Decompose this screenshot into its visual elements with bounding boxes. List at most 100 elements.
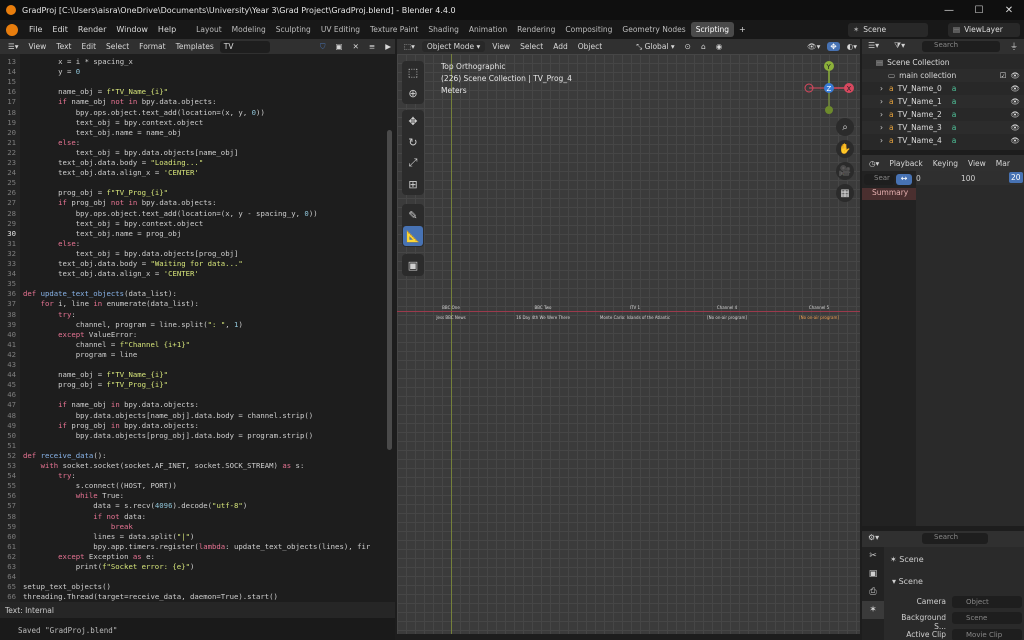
output-tab-icon[interactable]: ⎙ [862, 583, 884, 601]
ortho-grid-icon[interactable]: ▦ [836, 184, 854, 202]
outliner-item-tv-name-0[interactable]: › a TV_Name_0 a 👁 [862, 82, 1024, 95]
annotate-tool-icon[interactable]: ✎ [403, 205, 423, 225]
close-icon[interactable]: ✕ [994, 0, 1024, 20]
outliner-type-icon[interactable]: ☰▾ [868, 41, 879, 50]
cursor-tool-icon[interactable]: ⊕ [403, 83, 423, 103]
timeline-menu-keying[interactable]: Keying [930, 159, 961, 168]
select-box-tool-icon[interactable]: ⬚ [403, 62, 423, 82]
tv-name-2[interactable]: ITV 1 [595, 305, 675, 310]
expand-chevron-icon[interactable]: › [880, 84, 883, 93]
te-menu-edit[interactable]: Edit [77, 42, 100, 51]
code-line[interactable]: 17 if name_obj not in bpy.data.objects: [0, 97, 385, 107]
code-line[interactable]: 36 def update_text_objects(data_list): [0, 289, 385, 299]
summary-channel[interactable]: Summary [862, 188, 916, 200]
current-frame-indicator[interactable]: 20 [1009, 172, 1023, 183]
tab-compositing[interactable]: Compositing [560, 22, 617, 37]
tab-sculpting[interactable]: Sculpting [271, 22, 316, 37]
code-line[interactable]: 25 [0, 178, 385, 188]
tv-name-4[interactable]: Channel 5 [779, 305, 859, 310]
code-line[interactable]: 31 else: [0, 239, 385, 249]
code-line[interactable]: 41 channel = f"Channel {i+1}" [0, 340, 385, 350]
editor-type-icon[interactable]: ☰▾ [4, 42, 23, 51]
vp-menu-view[interactable]: View [489, 42, 513, 51]
te-menu-format[interactable]: Format [135, 42, 169, 51]
code-line[interactable]: 37 for i, line in enumerate(data_list): [0, 299, 385, 309]
code-line[interactable]: 39 channel, program = line.split(": ", 1… [0, 320, 385, 330]
te-menu-view[interactable]: View [25, 42, 51, 51]
timeline-body[interactable]: Sear ↔ Summary 0 100 20 [862, 171, 1024, 526]
code-line[interactable]: 33 text_obj.data.body = "Waiting for dat… [0, 259, 385, 269]
code-line[interactable]: 52 def receive_data(): [0, 451, 385, 461]
text-editor-scrollbar[interactable] [387, 130, 392, 450]
zoom-icon[interactable]: ⌕ [836, 118, 854, 136]
outliner-main-collection[interactable]: ▭ main collection ☑ 👁 [862, 69, 1024, 82]
code-line[interactable]: 26 prog_obj = f"TV_Prog_{i}" [0, 188, 385, 198]
code-line[interactable]: 55 s.connect((HOST, PORT)) [0, 481, 385, 491]
code-line[interactable]: 21 else: [0, 138, 385, 148]
transform-tool-icon[interactable]: ⊞ [403, 174, 423, 194]
code-line[interactable]: 23 text_obj.data.body = "Loading..." [0, 158, 385, 168]
code-line[interactable]: 27 if prog_obj not in bpy.data.objects: [0, 198, 385, 208]
vp-menu-add[interactable]: Add [550, 42, 571, 51]
render-tab-icon[interactable]: ▣ [862, 565, 884, 583]
item-eye-icon[interactable]: 👁 [1010, 123, 1020, 132]
outliner-filter-funnel-icon[interactable]: ⏚ [1010, 41, 1018, 52]
collection-checkbox-icon[interactable]: ☑ [1000, 71, 1007, 80]
outliner-item-tv-name-2[interactable]: › a TV_Name_2 a 👁 [862, 108, 1024, 121]
code-line[interactable]: 43 [0, 360, 385, 370]
active-clip-field[interactable]: Movie Clip [952, 629, 1022, 640]
code-line[interactable]: 48 bpy.data.objects[name_obj].data.body … [0, 411, 385, 421]
scale-tool-icon[interactable]: ⤢ [403, 153, 423, 173]
code-line[interactable]: 45 prog_obj = f"TV_Prog_{i}" [0, 380, 385, 390]
code-line[interactable]: 65 setup_text_objects() [0, 582, 385, 592]
collection-eye-icon[interactable]: 👁 [1010, 71, 1020, 80]
code-line[interactable]: 53 with socket.socket(socket.AF_INET, so… [0, 461, 385, 471]
code-line[interactable]: 20 text_obj.name = name_obj [0, 128, 385, 138]
tab-animation[interactable]: Animation [464, 22, 512, 37]
tab-layout[interactable]: Layout [191, 22, 227, 37]
timeline-search-input[interactable]: Sear [864, 174, 894, 185]
code-line[interactable]: 35 [0, 279, 385, 289]
camera-field[interactable]: Object [952, 596, 1022, 608]
te-menu-select[interactable]: Select [102, 42, 133, 51]
snap-icon[interactable]: ⌂ [698, 42, 709, 51]
menu-window[interactable]: Window [111, 25, 153, 34]
rotate-tool-icon[interactable]: ↻ [403, 132, 423, 152]
expand-chevron-icon[interactable]: › [880, 123, 883, 132]
code-line[interactable]: 59 break [0, 522, 385, 532]
3d-viewport[interactable]: Top Orthographic (226) Scene Collection … [397, 54, 860, 634]
code-line[interactable]: 64 [0, 572, 385, 582]
code-line[interactable]: 38 try: [0, 310, 385, 320]
item-eye-icon[interactable]: 👁 [1010, 97, 1020, 106]
tab-texture-paint[interactable]: Texture Paint [365, 22, 423, 37]
move-tool-icon[interactable]: ✥ [403, 111, 423, 131]
code-line[interactable]: 15 [0, 77, 385, 87]
scene-panel-header[interactable]: ▾ Scene [892, 577, 923, 586]
tv-name-3[interactable]: Channel 4 [687, 305, 767, 310]
menu-help[interactable]: Help [153, 25, 181, 34]
code-line[interactable]: 56 while True: [0, 491, 385, 501]
expand-chevron-icon[interactable]: › [880, 136, 883, 145]
item-eye-icon[interactable]: 👁 [1010, 136, 1020, 145]
code-line[interactable]: 13 x = i * spacing_x [0, 57, 385, 67]
gizmo-toggle-icon[interactable]: ✥ [827, 42, 840, 51]
code-line[interactable]: 66 threading.Thread(target=receive_data, … [0, 592, 385, 602]
code-line[interactable]: 49 if prog_obj in bpy.data.objects: [0, 421, 385, 431]
tv-prog-3[interactable]: [No on-air program] [687, 315, 767, 320]
fake-user-shield-icon[interactable]: ⛉ [316, 42, 330, 52]
code-line[interactable]: 24 text_obj.data.align_x = 'CENTER' [0, 168, 385, 178]
new-text-icon[interactable]: ▣ [332, 42, 347, 51]
proportional-edit-icon[interactable]: ◉ [713, 42, 726, 51]
unlink-text-icon[interactable]: ✕ [349, 42, 363, 51]
blender-menu-icon[interactable] [6, 23, 18, 36]
tv-name-1[interactable]: BBC Two [503, 305, 583, 310]
object-mode-dropdown[interactable]: Object Mode ▾ [421, 41, 486, 52]
tab-rendering[interactable]: Rendering [512, 22, 560, 37]
text-datablock-field[interactable]: TV [219, 40, 270, 53]
tab-scripting[interactable]: Scripting [690, 22, 735, 37]
code-line[interactable]: 50 bpy.data.objects[prog_obj].data.body … [0, 431, 385, 441]
overlays-icon[interactable]: ◐▾ [844, 42, 860, 51]
timeline-type-icon[interactable]: ◷▾ [866, 159, 882, 168]
code-line[interactable]: 14 y = 0 [0, 67, 385, 77]
tab-modeling[interactable]: Modeling [227, 22, 271, 37]
